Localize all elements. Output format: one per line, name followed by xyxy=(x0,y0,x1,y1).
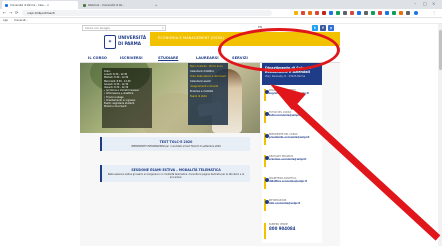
news-card[interactable]: SESSIONE ESAMI ESTIVA – MODALITÀ TELEMAT… xyxy=(100,165,250,182)
favicon-icon xyxy=(83,3,86,7)
mail-icon xyxy=(265,90,269,94)
dropdown-item[interactable]: Calendario esami xyxy=(190,80,226,84)
mail-icon xyxy=(265,112,269,116)
contact-value[interactable]: erasmus.economia@unipr.it xyxy=(269,158,320,161)
twitter-icon[interactable]: t xyxy=(312,25,318,31)
department-sidebar: Dipartimento di Scienze Economiche e Azi… xyxy=(262,63,322,243)
mail-icon xyxy=(265,200,269,204)
dropdown-item[interactable]: Erasmus e mobilità xyxy=(190,90,226,94)
extension-icon[interactable] xyxy=(364,11,368,15)
extension-icon[interactable] xyxy=(336,11,340,15)
contact-item[interactable]: DELEGATO ERASMUS erasmus.economia@unipr.… xyxy=(264,155,320,167)
extension-icon[interactable] xyxy=(392,11,396,15)
department-address: Via J. Kennedy, 6 - 43125 Parma xyxy=(265,75,306,78)
screen: Università di Parma - Cale... × Webmail … xyxy=(0,0,442,246)
contact-value[interactable]: presidente.economia@unipr.it xyxy=(269,136,320,139)
facebook-icon[interactable]: f xyxy=(320,25,326,31)
extension-icon[interactable] xyxy=(385,11,389,15)
news-section: TEST TOLC-E 2020 IMPORTANTE! INFORMAZION… xyxy=(80,135,260,246)
contact-value[interactable]: segreteria.economia@unipr.it xyxy=(269,92,320,95)
contact-item[interactable]: PRESIDENTE DEL CORSO presidente.economia… xyxy=(264,133,320,145)
news-text: IMPORTANTE! INFORMAZIONI per i candidati… xyxy=(131,145,221,148)
dropdown-item[interactable]: Esami di stato xyxy=(190,95,226,99)
logo-seal-icon: ✶ xyxy=(104,35,116,49)
extension-icon[interactable] xyxy=(357,11,361,15)
avatar[interactable] xyxy=(414,11,418,15)
extension-icon[interactable] xyxy=(350,11,354,15)
logo-line-2: DI PARMA xyxy=(118,41,142,46)
bookmark-item[interactable]: App xyxy=(3,19,8,22)
mail-icon xyxy=(265,134,269,138)
studiare-dropdown-menu: Piani di studio - Primo anno Calendario … xyxy=(188,63,228,125)
dropdown-item[interactable]: Calendario didattico xyxy=(190,70,226,74)
extension-icon[interactable] xyxy=(399,11,403,15)
nav-item-laurearsi[interactable]: LAUREARSI xyxy=(196,56,219,60)
search-placeholder: Cerca con Google xyxy=(85,26,110,30)
favicon-icon xyxy=(5,3,8,7)
tab-title: Università di Parma - Cale... × xyxy=(10,3,50,7)
university-logo[interactable]: ✶ UNIVERSITÀ DI PARMA xyxy=(104,34,150,52)
contact-item[interactable]: INFORMAZIONI info.economia@unipr.it xyxy=(264,199,320,211)
annotation-ellipse xyxy=(218,28,340,72)
forward-icon[interactable]: → xyxy=(9,10,12,15)
mail-icon xyxy=(265,156,269,160)
extension-icon[interactable] xyxy=(406,11,410,15)
bookmark-star-icon[interactable] xyxy=(294,11,298,15)
news-title: SESSIONE ESAMI ESTIVA – MODALITÀ TELEMAT… xyxy=(131,168,221,172)
extension-icon[interactable] xyxy=(343,11,347,15)
back-icon[interactable]: ← xyxy=(3,10,6,15)
search-icon[interactable]: ⌕ xyxy=(162,26,164,30)
close-icon[interactable]: × xyxy=(432,1,435,6)
dropdown-item[interactable]: Insegnamenti e docenti xyxy=(190,85,226,89)
extension-icon[interactable] xyxy=(308,11,312,15)
bookmark-item[interactable]: Universit... xyxy=(14,19,28,22)
dropdown-item[interactable]: Orari delle lezioni e del ricevimento xyxy=(190,75,226,79)
contact-value[interactable]: info.economia@unipr.it xyxy=(269,202,320,205)
extension-icon[interactable] xyxy=(315,11,319,15)
contact-value[interactable]: tutor.economia@unipr.it xyxy=(269,114,320,117)
maximize-icon[interactable]: □ xyxy=(423,1,427,6)
reload-icon[interactable]: ⟳ xyxy=(15,10,18,15)
site-search-input[interactable]: Cerca con Google ⌕ xyxy=(82,25,166,31)
scrollbar-thumb[interactable] xyxy=(438,30,442,70)
browser-tab-active[interactable]: Università di Parma - Cale... × xyxy=(2,1,78,9)
info-link[interactable]: Moduli e documenti xyxy=(104,105,150,108)
plus-icon: + xyxy=(155,3,158,7)
phone-value[interactable]: 800 904084 xyxy=(269,226,320,231)
contact-item[interactable]: TUTOR DEL CORSO tutor.economia@unipr.it xyxy=(264,111,320,123)
nav-item-studiare[interactable]: STUDIARE xyxy=(158,56,178,60)
browser-tab[interactable]: Webmail - Università di Pa... xyxy=(80,1,150,9)
extension-icon[interactable] xyxy=(329,11,333,15)
department-banner-text: ECONOMIA E MANAGEMENT (DSEA) xyxy=(158,36,224,40)
contact-item[interactable]: SEGRETERIA STUDENTI segreteria.economia@… xyxy=(264,89,320,101)
address-bar[interactable]: unipr.it/dipartimenti xyxy=(22,10,272,16)
extension-icon[interactable] xyxy=(322,11,326,15)
news-text: Nella sessione estiva gli esami si svolg… xyxy=(107,173,245,179)
page-scrollbar[interactable] xyxy=(438,24,442,246)
youtube-icon[interactable]: y xyxy=(328,25,334,31)
info-overlay: Orari: Lunedì: 8.30 - 12.30 Martedì: 8.3… xyxy=(102,68,152,128)
minimize-icon[interactable]: – xyxy=(414,1,416,6)
dropdown-item[interactable]: Piani di studio - Primo anno xyxy=(190,65,226,69)
extension-icon[interactable] xyxy=(371,11,375,15)
extension-icon[interactable] xyxy=(301,11,305,15)
menu-icon[interactable]: ⋮ xyxy=(432,10,436,15)
logo-line-1: UNIVERSITÀ xyxy=(118,35,147,40)
nav-item-corso[interactable]: IL CORSO xyxy=(88,56,107,60)
new-tab-button[interactable]: + xyxy=(152,1,162,9)
mail-icon xyxy=(265,178,269,182)
toll-free-number[interactable]: NUMERO VERDE 800 904084 xyxy=(264,223,320,239)
browser-toolbar: ← → ⟳ unipr.it/dipartimenti ⋮ xyxy=(0,9,442,18)
browser-tab-bar: Università di Parma - Cale... × Webmail … xyxy=(0,0,442,9)
contact-value[interactable]: didattica.economia@unipr.it xyxy=(269,180,320,183)
extension-icon[interactable] xyxy=(378,11,382,15)
nav-item-iscriversi[interactable]: ISCRIVERSI xyxy=(120,56,143,60)
contact-item[interactable]: SEGRETERIA DIDATTICA didattica.economia@… xyxy=(264,177,320,189)
news-title: TEST TOLC-E 2020 xyxy=(159,140,193,144)
news-card[interactable]: TEST TOLC-E 2020 IMPORTANTE! INFORMAZION… xyxy=(100,137,250,151)
tab-title: Webmail - Università di Pa... xyxy=(88,3,125,7)
